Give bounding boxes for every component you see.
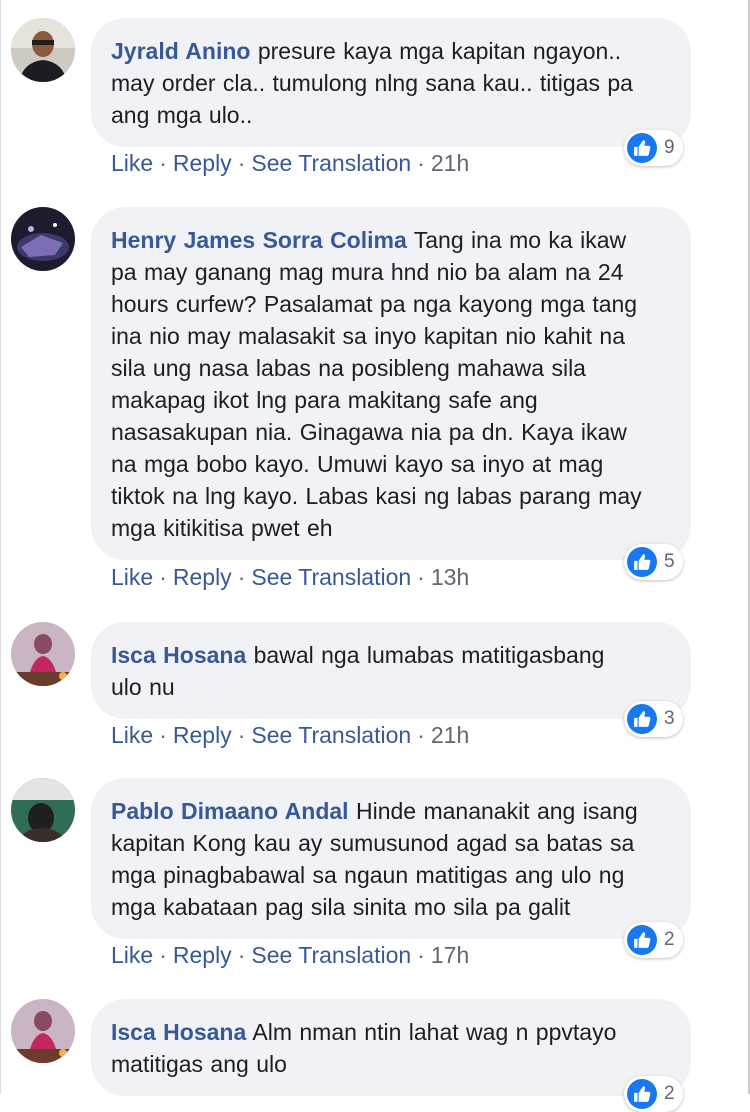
comment-text: hours curfew? Pasalamat pa nga kayong mg…	[111, 291, 638, 317]
user-photo-icon	[11, 207, 75, 271]
avatar[interactable]	[11, 999, 75, 1063]
comment-actions: Like · Reply · See Translation · 17h	[111, 942, 470, 968]
avatar[interactable]	[11, 18, 75, 82]
comment-text: bawal nga lumabas matitigasbang	[253, 642, 605, 668]
reaction-count[interactable]: 2	[624, 1076, 683, 1112]
see-translation-link[interactable]: See Translation	[251, 722, 411, 748]
like-reaction-icon	[627, 925, 657, 955]
comment-text: matitigas ang ulo	[111, 1051, 287, 1077]
avatar[interactable]	[11, 622, 75, 686]
see-translation-link[interactable]: See Translation	[251, 942, 411, 968]
comment-timestamp[interactable]: 13h	[431, 564, 469, 590]
comment-actions: Like · Reply · See Translation · 21h	[111, 150, 470, 176]
comment-text: makapag ikot lng para makitang safe ang	[111, 387, 538, 413]
comment-bubble: Isca Hosana bawal nga lumabas matitigasb…	[91, 622, 691, 719]
comment-text: na mga bobo kayo. Umuwi kayo sa inyo at …	[111, 451, 604, 477]
comment-text: ina nio may malasakit sa inyo kapitan ni…	[111, 323, 626, 349]
comment-text: mga pinagbabawal sa ngaun matitigas ang …	[111, 862, 625, 888]
comment-timestamp[interactable]: 21h	[431, 722, 469, 748]
reaction-count[interactable]: 3	[624, 701, 683, 737]
avatar[interactable]	[11, 778, 75, 842]
user-photo-icon	[11, 778, 75, 842]
avatar[interactable]	[11, 207, 75, 271]
comment-text: Hinde mananakit ang isang	[355, 798, 638, 824]
see-translation-link[interactable]: See Translation	[251, 564, 411, 590]
reply-link[interactable]: Reply	[173, 150, 232, 176]
comment-text: nasasakupan nia. Ginagawa nia pa dn. Kay…	[111, 419, 627, 445]
comment-author[interactable]: Jyrald Anino	[111, 38, 250, 64]
comment-actions: Like · Reply · See Translation · 13h	[111, 564, 470, 590]
comment-bubble: Isca Hosana Alm nman ntin lahat wag n pp…	[91, 999, 691, 1096]
reply-link[interactable]: Reply	[173, 942, 232, 968]
comment-timestamp[interactable]: 17h	[431, 942, 469, 968]
comment-text: kapitan Kong kau ay sumusunod agad sa ba…	[111, 830, 635, 856]
see-translation-link[interactable]: See Translation	[251, 150, 411, 176]
comment-text: pa may ganang mag mura hnd nio ba alam n…	[111, 259, 624, 285]
comment-author[interactable]: Isca Hosana	[111, 1019, 246, 1045]
reply-link[interactable]: Reply	[173, 564, 232, 590]
reply-link[interactable]: Reply	[173, 722, 232, 748]
like-reaction-icon	[627, 1079, 657, 1109]
comment-bubble: Henry James Sorra Colima Tang ina mo ka …	[91, 207, 691, 560]
comment-actions: Like · Reply · See Translation · 21h	[111, 722, 470, 748]
like-link[interactable]: Like	[111, 942, 153, 968]
comment-bubble: Pablo Dimaano Andal Hinde mananakit ang …	[91, 778, 691, 939]
comment-timestamp[interactable]: 21h	[431, 150, 469, 176]
reaction-count[interactable]: 9	[624, 130, 683, 166]
comment-text: presure kaya mga kapitan ngayon..	[257, 38, 622, 64]
like-link[interactable]: Like	[111, 564, 153, 590]
comment-text: mga kabataan pag sila sinita mo sila pa …	[111, 894, 571, 920]
comments-panel: Jyrald Anino presure kaya mga kapitan ng…	[0, 0, 750, 1112]
comment-text: Tang ina mo ka ikaw	[413, 227, 627, 253]
user-photo-icon	[11, 18, 75, 82]
reaction-count[interactable]: 5	[624, 544, 683, 580]
comment-bubble: Jyrald Anino presure kaya mga kapitan ng…	[91, 18, 691, 147]
comment-author[interactable]: Pablo Dimaano Andal	[111, 798, 349, 824]
comment-text: Alm nman ntin lahat wag n ppvtayo	[252, 1019, 617, 1045]
like-link[interactable]: Like	[111, 722, 153, 748]
user-photo-icon	[11, 999, 75, 1063]
comment-author[interactable]: Isca Hosana	[111, 642, 246, 668]
comment-text: ulo nu	[111, 674, 175, 700]
like-reaction-icon	[627, 547, 657, 577]
comment-text: ang mga ulo..	[111, 102, 253, 128]
comment-text: may order cla.. tumulong nlng sana kau..…	[111, 70, 633, 96]
like-link[interactable]: Like	[111, 150, 153, 176]
comment-text: mga kitikitisa pwet eh	[111, 515, 333, 541]
like-reaction-icon	[627, 133, 657, 163]
comment-text: sila ung nasa labas na posibleng mahawa …	[111, 355, 586, 381]
reaction-count[interactable]: 2	[624, 922, 683, 958]
comment-author[interactable]: Henry James Sorra Colima	[111, 227, 407, 253]
like-reaction-icon	[627, 704, 657, 734]
comment-text: tiktok na lng kayo. Labas kasi ng labas …	[111, 483, 642, 509]
user-photo-icon	[11, 622, 75, 686]
